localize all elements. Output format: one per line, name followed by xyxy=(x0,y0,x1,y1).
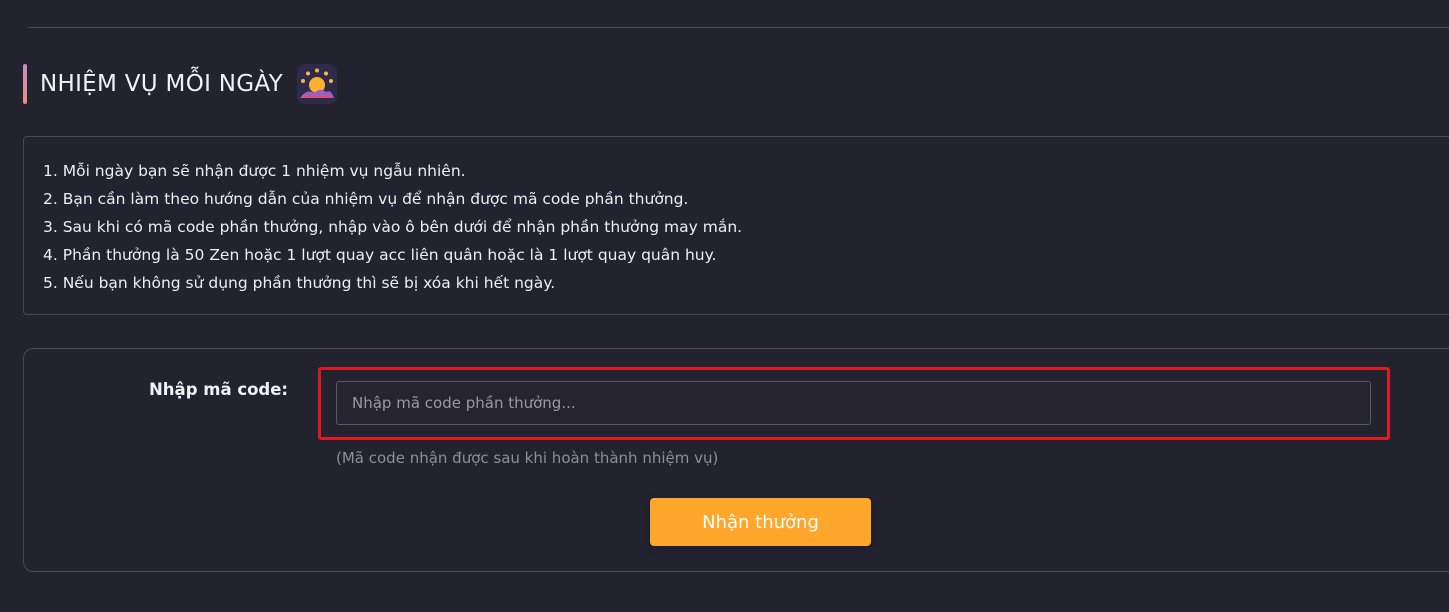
code-input[interactable] xyxy=(336,381,1371,425)
rule-item: 3. Sau khi có mã code phần thưởng, nhập … xyxy=(43,218,743,236)
rule-item: 2. Bạn cần làm theo hướng dẫn của nhiệm … xyxy=(43,190,689,208)
sunrise-icon xyxy=(297,64,338,104)
rules-list: 1. Mỗi ngày bạn sẽ nhận được 1 nhiệm vụ … xyxy=(24,137,1449,297)
code-hint: (Mã code nhận được sau khi hoàn thành nh… xyxy=(336,449,719,467)
code-redeem-card: Nhập mã code: (Mã code nhận được sau khi… xyxy=(23,348,1449,572)
rule-item: 5. Nếu bạn không sử dụng phần thưởng thì… xyxy=(43,274,556,292)
top-divider xyxy=(28,27,1449,28)
title-accent-bar xyxy=(23,64,27,104)
section-header: NHIỆM VỤ MỖI NGÀY xyxy=(23,62,338,106)
rules-box: 1. Mỗi ngày bạn sẽ nhận được 1 nhiệm vụ … xyxy=(23,136,1449,315)
rule-item: 1. Mỗi ngày bạn sẽ nhận được 1 nhiệm vụ … xyxy=(43,162,466,180)
code-label: Nhập mã code: xyxy=(149,380,289,399)
rule-item: 4. Phần thưởng là 50 Zen hoặc 1 lượt qua… xyxy=(43,246,717,264)
claim-reward-button[interactable]: Nhận thưởng xyxy=(650,498,871,546)
section-title: NHIỆM VỤ MỖI NGÀY xyxy=(40,71,284,97)
